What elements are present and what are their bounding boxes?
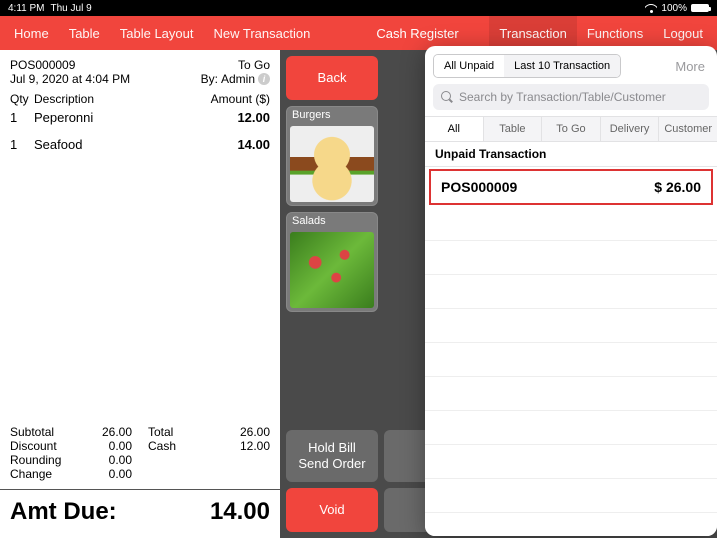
- burger-icon: [290, 126, 374, 202]
- amount-due-label: Amt Due:: [10, 498, 117, 526]
- transaction-row[interactable]: POS000009 $ 26.00: [429, 169, 713, 205]
- nav-logout[interactable]: Logout: [653, 26, 713, 41]
- category-salads[interactable]: Salads: [286, 212, 378, 312]
- filter-tabs: All Table To Go Delivery Customer: [425, 116, 717, 142]
- change-label: Change: [10, 467, 82, 481]
- line-amount: 14.00: [237, 137, 270, 152]
- status-bar: 4:11 PM Thu Jul 9 100%: [0, 0, 717, 16]
- tab-table[interactable]: Table: [484, 117, 543, 141]
- center-panel: Back Burgers Salads Hold Bill Send Order…: [280, 50, 717, 538]
- receipt-line[interactable]: 1 Seafood 14.00: [10, 137, 270, 152]
- top-nav: Home Table Table Layout New Transaction …: [0, 16, 717, 50]
- change-value: 0.00: [82, 467, 132, 481]
- page-title: Cash Register: [376, 26, 458, 41]
- line-desc: Seafood: [34, 137, 237, 152]
- discount-value: 0.00: [82, 439, 132, 453]
- line-amount: 12.00: [237, 110, 270, 125]
- battery-percent: 100%: [661, 3, 687, 14]
- category-label: Salads: [287, 213, 377, 229]
- info-icon[interactable]: i: [258, 73, 270, 85]
- tab-all[interactable]: All: [425, 117, 484, 141]
- subtotal-label: Subtotal: [10, 425, 82, 439]
- total-value: 26.00: [220, 425, 270, 439]
- status-date: Thu Jul 9: [51, 3, 92, 14]
- status-time: 4:11 PM: [8, 3, 45, 14]
- wifi-icon: [645, 4, 657, 13]
- receipt-panel: POS000009 To Go Jul 9, 2020 at 4:04 PM B…: [0, 50, 280, 538]
- subtotal-value: 26.00: [82, 425, 132, 439]
- cash-value: 12.00: [220, 439, 270, 453]
- by-label: By:: [201, 72, 218, 86]
- receipt-type: To Go: [238, 58, 270, 72]
- void-button[interactable]: Void: [286, 488, 378, 532]
- receipt-datetime: Jul 9, 2020 at 4:04 PM: [10, 72, 130, 86]
- transaction-popover: All Unpaid Last 10 Transaction More Sear…: [425, 46, 717, 536]
- receipt-by: By: Admin i: [201, 72, 270, 86]
- category-burgers[interactable]: Burgers: [286, 106, 378, 206]
- amount-due-value: 14.00: [210, 498, 270, 526]
- nav-table[interactable]: Table: [59, 26, 110, 41]
- search-placeholder: Search by Transaction/Table/Customer: [459, 90, 666, 104]
- hold-bill-button[interactable]: Hold Bill Send Order: [286, 430, 378, 482]
- nav-new-transaction[interactable]: New Transaction: [204, 26, 321, 41]
- by-value: Admin: [221, 72, 255, 86]
- divider: [0, 489, 280, 490]
- seg-all-unpaid[interactable]: All Unpaid: [434, 55, 504, 77]
- section-header: Unpaid Transaction: [425, 142, 717, 167]
- search-input[interactable]: Search by Transaction/Table/Customer: [433, 84, 709, 110]
- receipt-totals: Subtotal26.00 Total26.00 Discount0.00 Ca…: [10, 425, 270, 481]
- rounding-label: Rounding: [10, 453, 82, 467]
- line-qty: 1: [10, 110, 34, 125]
- nav-home[interactable]: Home: [4, 26, 59, 41]
- app-root: 4:11 PM Thu Jul 9 100% Home Table Table …: [0, 0, 717, 538]
- transaction-id: POS000009: [441, 179, 517, 195]
- tab-customer[interactable]: Customer: [659, 117, 717, 141]
- cash-label: Cash: [148, 439, 220, 453]
- seg-last-10[interactable]: Last 10 Transaction: [504, 55, 620, 77]
- col-amount: Amount ($): [211, 92, 270, 106]
- rounding-value: 0.00: [82, 453, 132, 467]
- search-icon: [441, 91, 453, 103]
- category-label: Burgers: [287, 107, 377, 123]
- nav-functions[interactable]: Functions: [577, 26, 653, 41]
- back-button[interactable]: Back: [286, 56, 378, 100]
- tab-togo[interactable]: To Go: [542, 117, 601, 141]
- transaction-amount: $ 26.00: [654, 179, 701, 195]
- nav-transaction[interactable]: Transaction: [489, 16, 576, 50]
- line-desc: Peperonni: [34, 110, 237, 125]
- nav-table-layout[interactable]: Table Layout: [110, 26, 204, 41]
- empty-list-area: [425, 207, 717, 536]
- more-button[interactable]: More: [675, 59, 709, 74]
- salad-icon: [290, 232, 374, 308]
- col-qty: Qty: [10, 92, 34, 106]
- line-qty: 1: [10, 137, 34, 152]
- main-area: POS000009 To Go Jul 9, 2020 at 4:04 PM B…: [0, 50, 717, 538]
- total-label: Total: [148, 425, 220, 439]
- battery-icon: [691, 4, 709, 12]
- segmented-control: All Unpaid Last 10 Transaction: [433, 54, 621, 78]
- tab-delivery[interactable]: Delivery: [601, 117, 660, 141]
- discount-label: Discount: [10, 439, 82, 453]
- receipt-id: POS000009: [10, 58, 75, 72]
- col-desc: Description: [34, 92, 211, 106]
- receipt-line[interactable]: 1 Peperonni 12.00: [10, 110, 270, 125]
